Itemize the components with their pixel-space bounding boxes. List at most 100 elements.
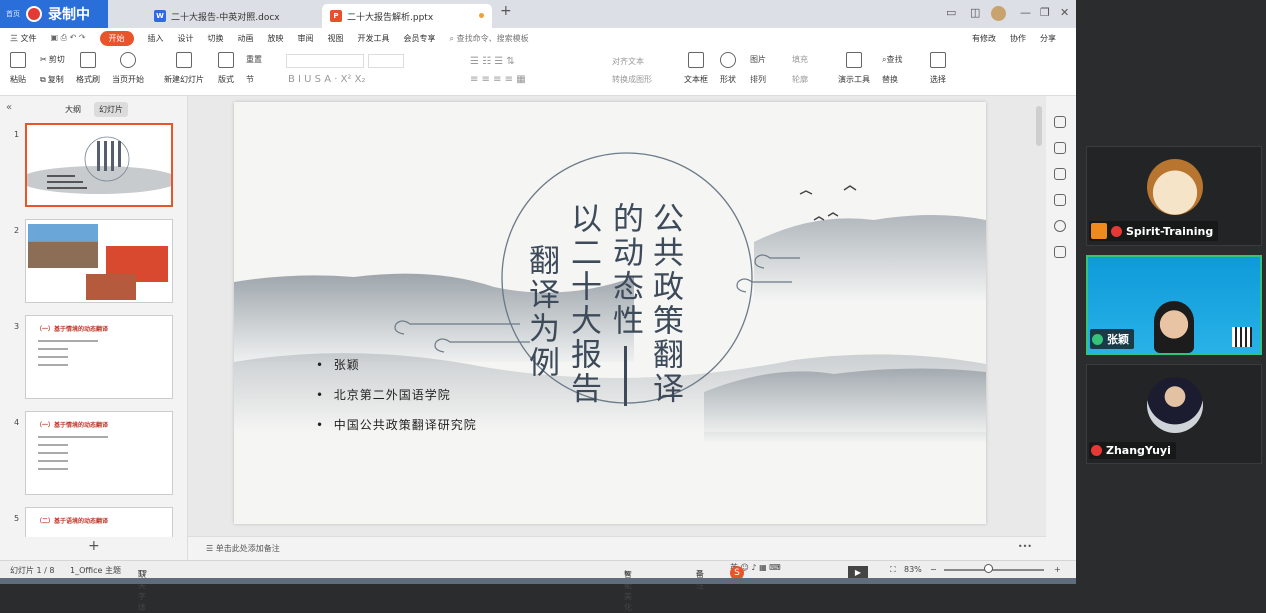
menu-animation[interactable]: 动画 xyxy=(238,33,254,44)
menu-design[interactable]: 设计 xyxy=(178,33,194,44)
ime-toolbar[interactable]: S 英 ☺ ♪ ▦ ⌨ xyxy=(730,562,781,580)
thumbnail-title: （二）基于语境的动态翻译 xyxy=(36,518,109,525)
paste-button[interactable]: 粘贴 xyxy=(10,52,26,85)
close-button[interactable]: ✕ xyxy=(1060,6,1069,19)
thumbnail-text-line xyxy=(38,348,68,350)
participant-tile-2[interactable]: 张颖 xyxy=(1086,255,1262,355)
format-painter-button[interactable]: 格式刷 xyxy=(76,52,100,85)
document-tab-bar: 首页 录制中 W 二十大报告-中英对照.docx P 二十大报告解析.pptx … xyxy=(0,0,1076,28)
recording-indicator[interactable]: 首页 录制中 xyxy=(0,0,108,28)
textbox-button[interactable]: 文本框 xyxy=(684,52,708,85)
menu-start[interactable]: 开始 xyxy=(99,30,134,46)
presentation-tools-button[interactable]: 演示工具 xyxy=(838,52,870,85)
slide-thumbnail-4[interactable]: （一）基于情境的动态翻译 xyxy=(25,411,173,495)
font-style-buttons[interactable]: B I U S A · X² X₂ xyxy=(288,74,365,85)
tab-pptx[interactable]: P 二十大报告解析.pptx xyxy=(322,4,492,28)
tab-slides[interactable]: 幻灯片 xyxy=(94,102,128,117)
replace-button[interactable]: 替换 xyxy=(882,74,898,85)
picture-button[interactable]: 图片 xyxy=(750,54,766,65)
copy-style-icon[interactable] xyxy=(1054,168,1066,180)
zoom-in-button[interactable]: + xyxy=(1054,565,1061,574)
font-size-dropdown[interactable] xyxy=(368,54,404,68)
from-current-button[interactable]: 当页开始 xyxy=(112,52,144,85)
slide-editing-area[interactable]: 公共政策翻译 的动态性 以二十大报告 翻译为例 • 张颖 • 北京第二外国语学院… xyxy=(188,96,1046,536)
vertical-scrollbar[interactable] xyxy=(1036,106,1042,146)
menu-insert[interactable]: 插入 xyxy=(148,33,164,44)
share-button[interactable]: 分享 xyxy=(1040,33,1056,44)
menu-review[interactable]: 审阅 xyxy=(298,33,314,44)
slide-thumbnail-5[interactable]: （二）基于语境的动态翻译 xyxy=(25,507,173,537)
new-tab-button[interactable]: + xyxy=(500,3,512,19)
menu-transition[interactable]: 切换 xyxy=(208,33,224,44)
thumbnail-photo xyxy=(86,274,136,300)
menu-right-group: 有修改 协作 分享 xyxy=(972,33,1056,44)
affiliation-2: 中国公共政策翻译研究院 xyxy=(333,418,477,432)
convert-graphic-button[interactable]: 转换成图形 xyxy=(612,74,652,85)
new-slide-label: 新建幻灯片 xyxy=(164,75,204,84)
window-mode-icon[interactable]: ◫ xyxy=(970,6,980,19)
fit-window-icon[interactable]: ⛶ xyxy=(890,565,896,575)
new-slide-button[interactable]: 新建幻灯片 xyxy=(164,52,204,85)
transition-icon[interactable] xyxy=(1054,194,1066,206)
shape-label: 形状 xyxy=(720,75,736,84)
presentation-tools-icon xyxy=(846,52,862,68)
quick-access-icons[interactable]: ▣ ⎙ ↶ ↷ xyxy=(51,33,86,43)
menu-member[interactable]: 会员专享 xyxy=(404,33,436,44)
user-avatar[interactable] xyxy=(991,6,1006,21)
restore-button[interactable]: ❐ xyxy=(1040,6,1050,19)
slide-number: 2 xyxy=(14,226,20,235)
fill-button[interactable]: 填充 xyxy=(792,54,808,65)
slide-number: 3 xyxy=(14,322,20,331)
tab-docx[interactable]: W 二十大报告-中英对照.docx xyxy=(146,4,288,28)
slide-thumbnail-3[interactable]: （一）基于情境的动态翻译 xyxy=(25,315,173,399)
font-name-dropdown[interactable] xyxy=(286,54,364,68)
meeting-video-panel: Spirit-Training 张颖 ZhangYuyi xyxy=(1076,0,1266,584)
current-slide[interactable]: 公共政策翻译 的动态性 以二十大报告 翻译为例 • 张颖 • 北京第二外国语学院… xyxy=(234,102,986,524)
animation-pane-icon[interactable] xyxy=(1054,142,1066,154)
tab-outline[interactable]: 大纲 xyxy=(60,102,86,117)
outline-button[interactable]: 轮廓 xyxy=(792,74,808,85)
mic-muted-icon xyxy=(1091,445,1102,456)
align-text-button[interactable]: 对齐文本 xyxy=(612,56,644,67)
notes-pane[interactable]: ☰ 单击此处添加备注 ••• xyxy=(188,536,1046,560)
command-search[interactable]: ⌕ 查找命令、搜索模板 xyxy=(450,33,529,44)
participant-tile-3[interactable]: ZhangYuyi xyxy=(1086,364,1262,464)
zoom-slider[interactable] xyxy=(944,569,1044,571)
copy-button[interactable]: ⧉ 复制 xyxy=(40,74,64,85)
collapse-panel-icon[interactable]: « xyxy=(6,102,12,113)
properties-icon[interactable] xyxy=(1054,116,1066,128)
participant-name: 张颖 xyxy=(1107,333,1129,346)
layout-icon[interactable]: ▭ xyxy=(946,6,956,19)
menu-developer[interactable]: 开发工具 xyxy=(358,33,390,44)
menu-view[interactable]: 视图 xyxy=(328,33,344,44)
layout-button[interactable]: 版式 xyxy=(218,52,234,85)
slide-thumbnail-2[interactable] xyxy=(25,219,173,303)
thumbnail-title: （一）基于情境的动态翻译 xyxy=(36,326,109,333)
file-menu[interactable]: 三 文件 xyxy=(10,33,37,44)
more-options-icon[interactable]: ••• xyxy=(1018,542,1032,551)
zoom-slider-handle[interactable] xyxy=(984,564,993,573)
share-pane-icon[interactable] xyxy=(1054,246,1066,258)
thumbnail-text-line xyxy=(38,356,68,358)
add-slide-button[interactable]: + xyxy=(88,538,100,554)
collaborate-button[interactable]: 协作 xyxy=(1010,33,1026,44)
arrange-button[interactable]: 排列 xyxy=(750,74,766,85)
host-icon xyxy=(1091,223,1107,239)
minimize-button[interactable]: — xyxy=(1020,6,1031,19)
section-button[interactable]: 节 xyxy=(246,74,254,85)
slide-thumbnail-1[interactable] xyxy=(19,123,179,207)
menu-slideshow[interactable]: 放映 xyxy=(268,33,284,44)
participant-avatar xyxy=(1147,377,1203,433)
command-search-placeholder: 查找命令、搜索模板 xyxy=(456,33,529,43)
zoom-out-button[interactable]: − xyxy=(930,565,937,574)
align-buttons[interactable]: ≡ ≡ ≡ ≡ ▦ xyxy=(470,74,526,85)
modified-button[interactable]: 有修改 xyxy=(972,33,996,44)
paragraph-buttons[interactable]: ☰ ☷ ☰ ⇅ xyxy=(470,56,515,67)
reset-button[interactable]: 重置 xyxy=(246,54,262,65)
find-button[interactable]: ⌕查找 xyxy=(882,54,902,65)
location-icon[interactable] xyxy=(1054,220,1066,232)
participant-tile-1[interactable]: Spirit-Training xyxy=(1086,146,1262,246)
cut-button[interactable]: ✂ 剪切 xyxy=(40,54,65,65)
select-button[interactable]: 选择 xyxy=(930,52,946,85)
shape-button[interactable]: 形状 xyxy=(720,52,736,85)
